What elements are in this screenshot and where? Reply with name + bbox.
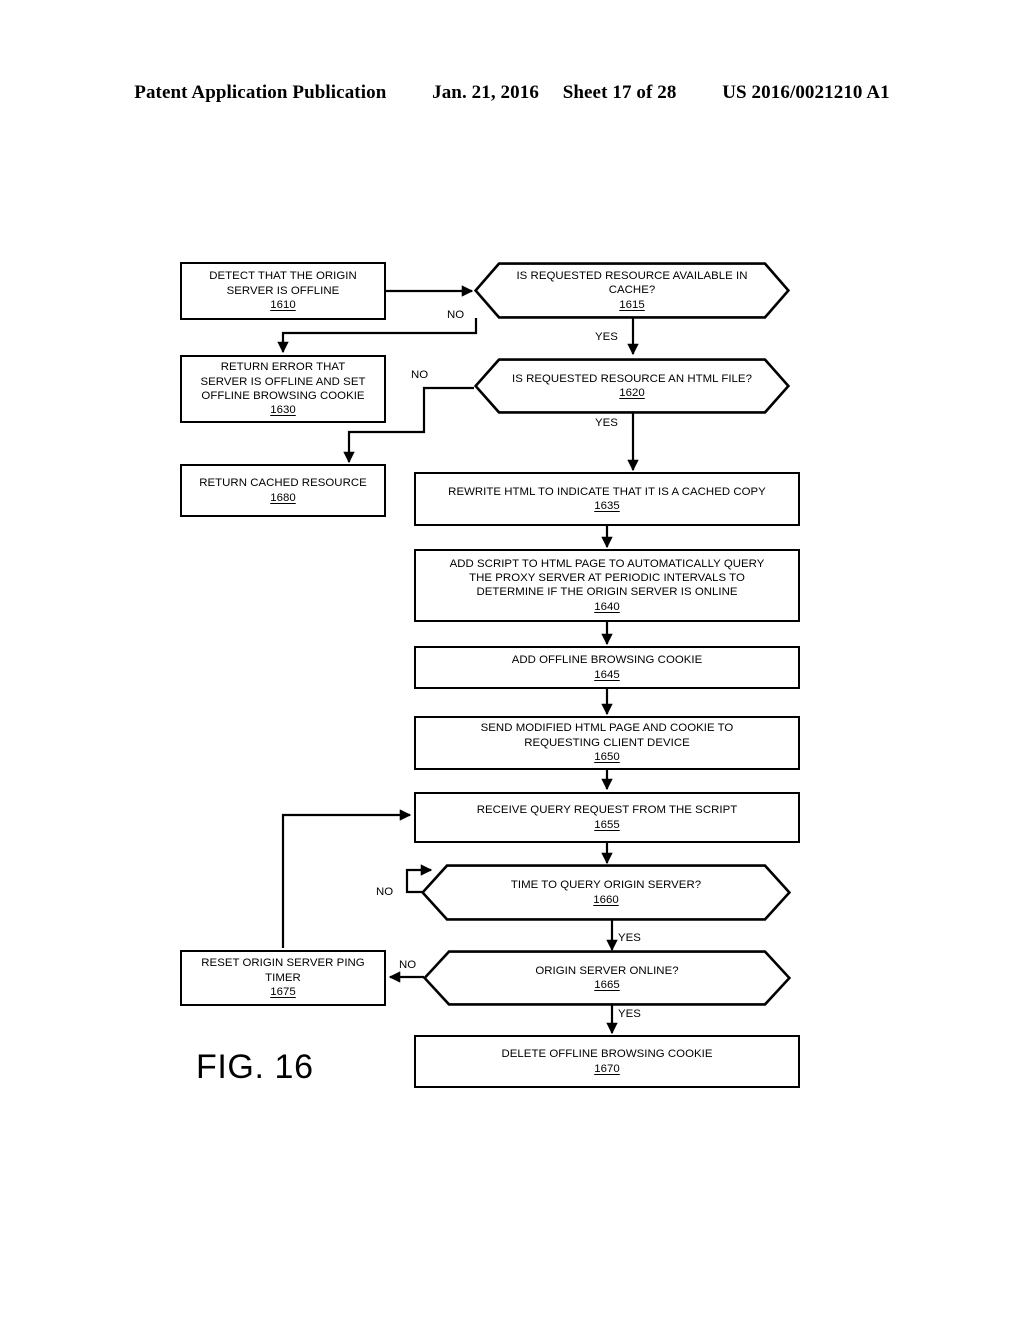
node-1615-text: IS REQUESTED RESOURCE AVAILABLE IN CACHE… <box>516 269 748 297</box>
node-1620-ref: 1620 <box>619 387 645 400</box>
edge-label-no-1620: NO <box>411 369 429 381</box>
node-1640-add-script-query-proxy: ADD SCRIPT TO HTML PAGE TO AUTOMATICALLY… <box>414 549 800 622</box>
node-1650-ref: 1650 <box>594 751 620 764</box>
node-1640-text: ADD SCRIPT TO HTML PAGE TO AUTOMATICALLY… <box>449 557 765 599</box>
edge-label-no-1615: NO <box>447 309 465 321</box>
node-1630-text: RETURN ERROR THAT SERVER IS OFFLINE AND … <box>200 361 366 402</box>
node-1645-add-offline-cookie: ADD OFFLINE BROWSING COOKIE 1645 <box>414 646 800 689</box>
node-1650-text: SEND MODIFIED HTML PAGE AND COOKIE TO RE… <box>480 722 734 749</box>
flowchart-figure: DETECT THAT THE ORIGIN SERVER IS OFFLINE… <box>0 0 1024 1320</box>
node-1660-time-to-query-origin: TIME TO QUERY ORIGIN SERVER? 1660 <box>421 864 791 921</box>
node-1640-ref: 1640 <box>594 600 620 613</box>
node-1665-text: ORIGIN SERVER ONLINE? <box>535 964 679 977</box>
edge-label-yes-1615: YES <box>595 331 618 343</box>
node-1680-text: RETURN CACHED RESOURCE <box>199 477 367 490</box>
node-1615-resource-in-cache: IS REQUESTED RESOURCE AVAILABLE IN CACHE… <box>474 262 790 319</box>
node-1675-reset-ping-timer: RESET ORIGIN SERVER PING TIMER 1675 <box>180 950 386 1006</box>
node-1665-origin-server-online: ORIGIN SERVER ONLINE? 1665 <box>423 950 791 1006</box>
node-1670-text: DELETE OFFLINE BROWSING COOKIE <box>501 1048 713 1061</box>
edge-label-no-1660: NO <box>376 886 394 898</box>
edge-label-yes-1620: YES <box>595 417 618 429</box>
node-1610-detect-origin-offline: DETECT THAT THE ORIGIN SERVER IS OFFLINE… <box>180 262 386 320</box>
node-1660-ref: 1660 <box>593 893 619 906</box>
node-1675-ref: 1675 <box>270 986 296 999</box>
figure-caption: FIG. 16 <box>196 1048 314 1086</box>
edge-label-yes-1660: YES <box>618 932 641 944</box>
node-1655-ref: 1655 <box>594 818 620 831</box>
node-1655-text: RECEIVE QUERY REQUEST FROM THE SCRIPT <box>476 804 738 817</box>
node-1620-text: IS REQUESTED RESOURCE AN HTML FILE? <box>512 372 752 385</box>
node-1630-return-error-set-cookie: RETURN ERROR THAT SERVER IS OFFLINE AND … <box>180 355 386 423</box>
node-1635-rewrite-html-cached-copy: REWRITE HTML TO INDICATE THAT IT IS A CA… <box>414 472 800 526</box>
node-1610-ref: 1610 <box>270 299 296 312</box>
node-1635-text: REWRITE HTML TO INDICATE THAT IT IS A CA… <box>448 485 766 498</box>
edge-label-yes-1665: YES <box>618 1008 641 1020</box>
node-1660-text: TIME TO QUERY ORIGIN SERVER? <box>510 879 702 892</box>
node-1670-ref: 1670 <box>594 1062 620 1075</box>
node-1645-ref: 1645 <box>594 668 620 681</box>
node-1665-ref: 1665 <box>594 979 620 992</box>
node-1610-text: DETECT THAT THE ORIGIN SERVER IS OFFLINE <box>209 270 357 297</box>
node-1670-delete-offline-cookie: DELETE OFFLINE BROWSING COOKIE 1670 <box>414 1035 800 1088</box>
node-1675-text: RESET ORIGIN SERVER PING TIMER <box>201 957 365 984</box>
node-1680-ref: 1680 <box>270 491 296 504</box>
node-1630-ref: 1630 <box>270 404 296 417</box>
node-1620-resource-is-html: IS REQUESTED RESOURCE AN HTML FILE? 1620 <box>474 358 790 414</box>
node-1655-receive-query-request: RECEIVE QUERY REQUEST FROM THE SCRIPT 16… <box>414 792 800 843</box>
node-1645-text: ADD OFFLINE BROWSING COOKIE <box>511 654 703 667</box>
node-1615-ref: 1615 <box>619 298 645 311</box>
node-1635-ref: 1635 <box>594 500 620 513</box>
node-1680-return-cached-resource: RETURN CACHED RESOURCE 1680 <box>180 464 386 517</box>
node-1650-send-modified-page: SEND MODIFIED HTML PAGE AND COOKIE TO RE… <box>414 716 800 770</box>
edge-label-no-1665: NO <box>399 959 417 971</box>
